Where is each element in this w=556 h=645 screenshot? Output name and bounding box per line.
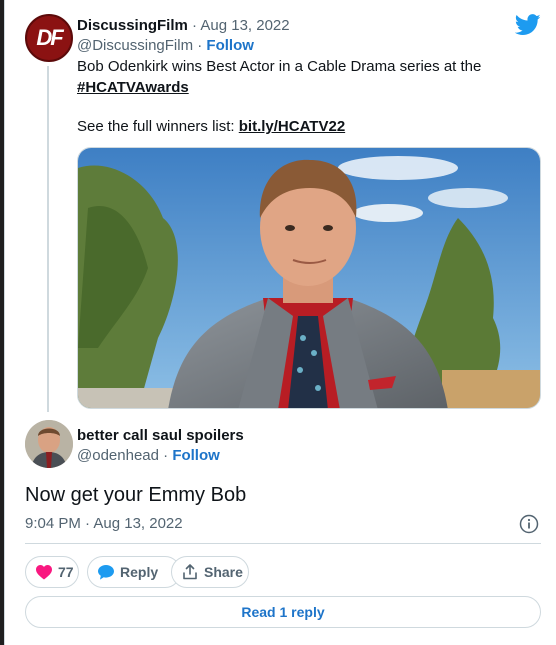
- read-replies-button[interactable]: Read 1 reply: [25, 596, 541, 628]
- like-count: 77: [58, 564, 74, 580]
- parent-author-name[interactable]: DiscussingFilm: [77, 17, 188, 34]
- parent-text-line1: Bob Odenkirk wins Best Actor in a Cable …: [77, 58, 482, 75]
- embedded-tweet-card: DF DiscussingFilm · Aug 13, 2022 @Discus…: [4, 0, 556, 645]
- reply-bubble-icon: [98, 564, 114, 580]
- discussingfilm-avatar[interactable]: DF: [25, 14, 73, 62]
- parent-author-handle[interactable]: @DiscussingFilm: [77, 37, 193, 54]
- winners-link[interactable]: bit.ly/HCATV22: [239, 118, 345, 135]
- tweet-photo[interactable]: [77, 147, 541, 409]
- reply-author-handle[interactable]: @odenhead: [77, 447, 159, 464]
- info-icon[interactable]: [519, 514, 539, 534]
- thread-connector-line: [47, 66, 49, 412]
- reply-timestamp[interactable]: 9:04 PM · Aug 13, 2022: [25, 514, 183, 534]
- parent-tweet-date[interactable]: Aug 13, 2022: [200, 17, 289, 34]
- discussingfilm-logo-icon: DF: [36, 25, 63, 50]
- parent-tweet-text: Bob Odenkirk wins Best Actor in a Cable …: [77, 56, 537, 98]
- parent-tweet-header: DiscussingFilm · Aug 13, 2022: [77, 16, 290, 36]
- reply-label: Reply: [120, 564, 159, 580]
- share-icon: [183, 564, 197, 580]
- share-label: Share: [204, 564, 243, 580]
- like-button[interactable]: 77: [25, 556, 79, 588]
- avatar-photo: [25, 420, 73, 468]
- actions-divider: [25, 543, 541, 544]
- parent-handle-row: @DiscussingFilm · Follow: [77, 36, 254, 56]
- reply-tweet-text: Now get your Emmy Bob: [25, 484, 247, 506]
- winners-prefix: See the full winners list:: [77, 118, 239, 135]
- read-replies-label: Read 1 reply: [241, 604, 325, 620]
- heart-icon: [36, 564, 52, 579]
- hashtag-link[interactable]: #HCATVAwards: [77, 79, 189, 96]
- parent-follow-link[interactable]: Follow: [206, 37, 254, 54]
- reply-button[interactable]: Reply: [87, 556, 181, 588]
- reply-follow-link[interactable]: Follow: [172, 447, 220, 464]
- share-button[interactable]: Share: [171, 556, 249, 588]
- reply-handle-row: @odenhead · Follow: [77, 446, 220, 466]
- photo-illustration: [78, 148, 540, 408]
- reply-author-name[interactable]: better call saul spoilers: [77, 426, 244, 446]
- odenhead-avatar[interactable]: [25, 420, 73, 468]
- twitter-bird-icon[interactable]: [515, 14, 541, 36]
- reply-handle-separator: ·: [163, 447, 169, 464]
- winners-list-row: See the full winners list: bit.ly/HCATV2…: [77, 116, 345, 137]
